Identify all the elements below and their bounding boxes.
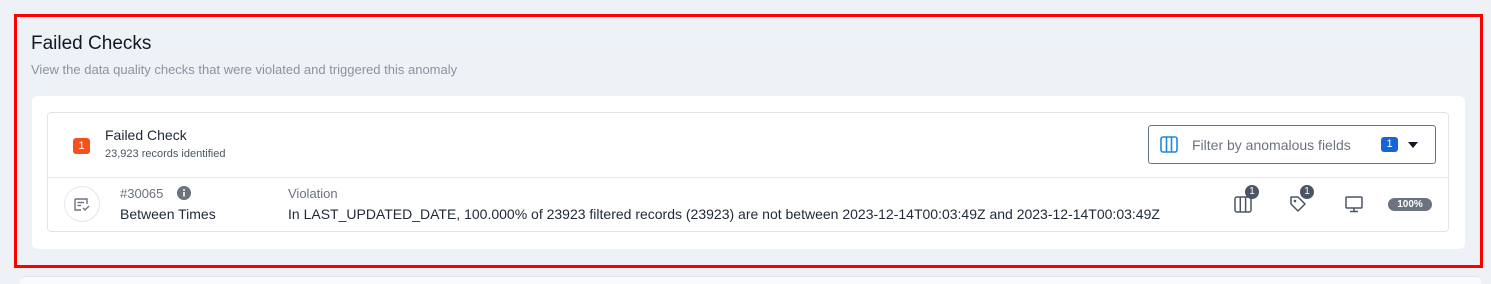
caret-down-icon[interactable] [1408, 142, 1418, 148]
check-name: Between Times [120, 206, 216, 222]
failed-checks-panel: 1 Failed Check 23,923 records identified… [47, 112, 1449, 232]
anomalous-fields-filter[interactable]: Filter by anomalous fields 1 [1148, 125, 1436, 164]
tags-button[interactable]: 1 [1288, 185, 1314, 219]
check-id[interactable]: #30065 [120, 186, 163, 201]
check-row[interactable]: #30065 Between Times Violation In LAST_U… [48, 177, 1448, 232]
section-subtitle: View the data quality checks that were v… [31, 62, 458, 77]
filter-count-badge: 1 [1381, 137, 1398, 152]
filter-placeholder: Filter by anomalous fields [1192, 137, 1351, 153]
check-type-icon [64, 186, 100, 222]
coverage-badge: 100% [1388, 198, 1432, 211]
columns-icon [1160, 136, 1178, 158]
failed-checks-card: 1 Failed Check 23,923 records identified… [32, 96, 1465, 249]
violation-label: Violation [288, 186, 338, 201]
failed-count-badge: 1 [73, 138, 90, 154]
section-title: Failed Checks [31, 33, 152, 54]
tags-count-badge: 1 [1300, 185, 1314, 199]
monitor-icon [1345, 196, 1363, 213]
check-list-icon [74, 198, 90, 211]
failed-checks-header: 1 Failed Check 23,923 records identified… [48, 113, 1448, 178]
info-icon[interactable] [177, 186, 191, 205]
view-check-button[interactable] [1344, 194, 1364, 219]
violation-text: In LAST_UPDATED_DATE, 100.000% of 23923 … [288, 206, 1160, 222]
anomalous-fields-button[interactable]: 1 [1233, 185, 1259, 219]
failed-check-title: Failed Check [105, 127, 187, 143]
fields-count-badge: 1 [1245, 185, 1259, 199]
records-identified: 23,923 records identified [105, 148, 226, 160]
